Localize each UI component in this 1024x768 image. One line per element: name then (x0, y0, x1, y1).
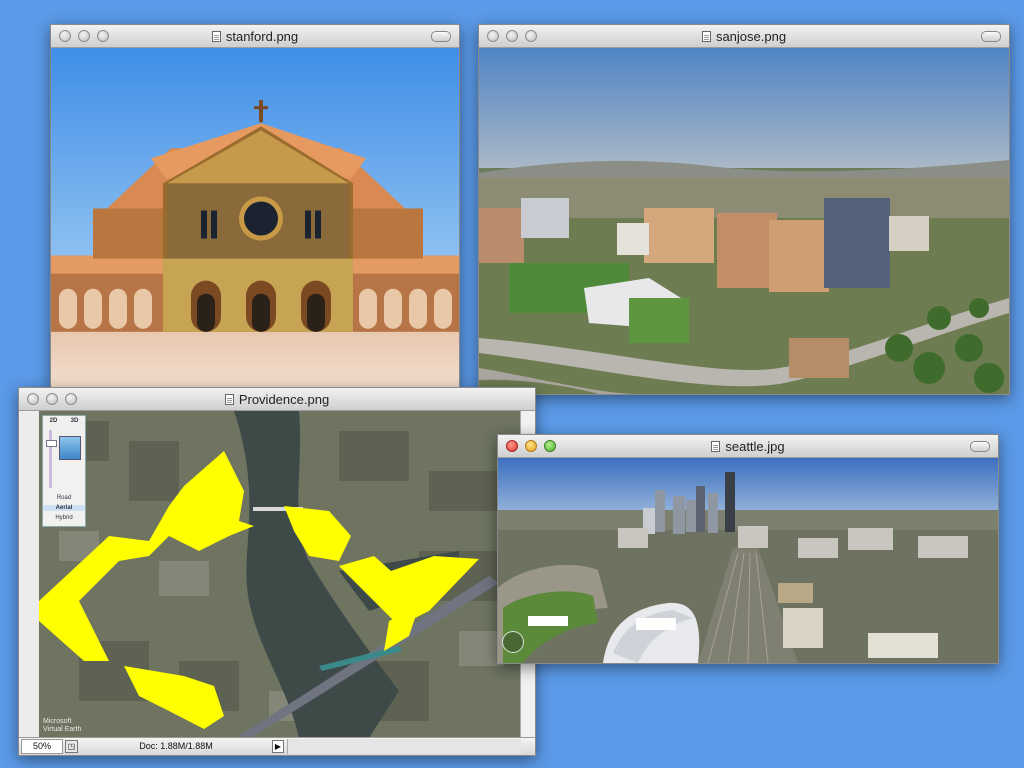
zoom-slider[interactable] (49, 430, 52, 488)
compass-icon[interactable] (502, 631, 524, 653)
document-icon (711, 441, 721, 452)
toolbar-toggle-button[interactable] (981, 31, 1001, 42)
seattle-window[interactable]: seattle.jpg (497, 434, 999, 664)
window-title: stanford.png (51, 29, 459, 44)
map-style-road[interactable]: Road (43, 495, 85, 501)
horizontal-scrollbar[interactable] (287, 739, 521, 754)
stanford-titlebar[interactable]: stanford.png (51, 25, 459, 48)
window-title: seattle.jpg (498, 439, 998, 454)
seattle-titlebar[interactable]: seattle.jpg (498, 435, 998, 458)
window-title: sanjose.png (479, 29, 1009, 44)
play-arrow-icon[interactable]: ▶ (272, 740, 284, 753)
toolbar-toggle-button[interactable] (970, 441, 990, 452)
sanjose-title-text: sanjose.png (715, 29, 787, 44)
seattle-title-text: seattle.jpg (725, 439, 785, 454)
tab-3d[interactable]: 3D (71, 418, 79, 424)
sanjose-window[interactable]: sanjose.png (478, 24, 1010, 395)
stanford-image (51, 48, 459, 389)
view-thumbnail-icon[interactable] (59, 436, 81, 460)
map-view-control[interactable]: 2D 3D Road Aerial Hybrid (42, 415, 86, 527)
document-size: Doc: 1.88M/1.88M (139, 741, 213, 751)
window-title: Providence.png (19, 392, 535, 407)
map-style-hybrid[interactable]: Hybrid (43, 515, 85, 521)
sanjose-titlebar[interactable]: sanjose.png (479, 25, 1009, 48)
status-bar: 50% ◳ Doc: 1.88M/1.88M ▶ (19, 737, 535, 755)
document-icon (224, 394, 234, 405)
map-style-aerial[interactable]: Aerial (43, 505, 85, 511)
document-icon (211, 31, 221, 42)
zoom-level-field[interactable]: 50% (21, 739, 63, 754)
stanford-title-text: stanford.png (225, 29, 299, 44)
sanjose-image (479, 48, 1009, 394)
seattle-image (498, 458, 998, 663)
providence-window[interactable]: Providence.png 2D 3D Road Aerial Hybrid … (18, 387, 536, 756)
providence-image: 2D 3D Road Aerial Hybrid Microsoft Virtu… (39, 411, 521, 738)
status-menu-icon[interactable]: ◳ (65, 740, 78, 753)
document-icon (701, 31, 711, 42)
virtual-earth-logo: Microsoft Virtual Earth (43, 718, 82, 733)
zoom-slider-knob[interactable] (46, 440, 57, 447)
toolbar-toggle-button[interactable] (431, 31, 451, 42)
providence-title-text: Providence.png (238, 392, 330, 407)
stanford-window[interactable]: stanford.png (50, 24, 460, 390)
providence-titlebar[interactable]: Providence.png (19, 388, 535, 411)
tab-2d[interactable]: 2D (50, 418, 58, 424)
